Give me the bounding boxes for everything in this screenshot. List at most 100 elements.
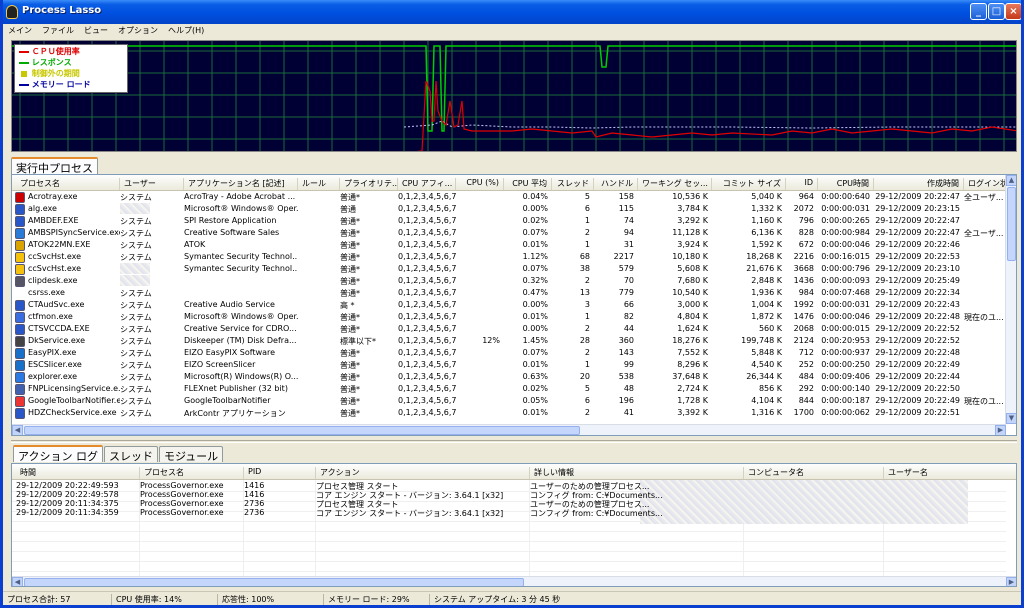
column-header[interactable]: プロセス名 bbox=[140, 467, 244, 479]
cell-cpu-avg: 0.47% bbox=[522, 288, 548, 297]
menu-file[interactable]: ファイル bbox=[37, 24, 79, 36]
cell-cpu-avg: 0.01% bbox=[522, 240, 548, 249]
tab-action-log[interactable]: アクション ログ bbox=[13, 445, 103, 463]
column-header[interactable]: コミット サイズ bbox=[712, 178, 786, 190]
column-header[interactable]: 詳しい情報 bbox=[530, 467, 744, 479]
table-row[interactable]: explorer.exe システム Microsoft(R) Windows(R) … bbox=[12, 371, 1006, 383]
table-row[interactable]: CTSVCCDA.EXE システム Creative Service for CDR… bbox=[12, 323, 1006, 335]
table-row[interactable]: ATOK22MN.EXE システム ATOK 普通* 0,1,2,3,4,5,6,7 0.… bbox=[12, 239, 1006, 251]
scroll-thumb[interactable] bbox=[1007, 187, 1016, 261]
scroll-down-icon[interactable]: ▼ bbox=[1006, 413, 1016, 424]
cell-working-set: 18,276 K bbox=[672, 336, 708, 345]
cell-working-set: 5,608 K bbox=[677, 264, 708, 273]
column-header[interactable]: ワーキング セッ... bbox=[638, 178, 712, 190]
table-row[interactable]: ESCSlicer.exe システム EIZO ScreenSlicer 普通* 0,1… bbox=[12, 359, 1006, 371]
table-row[interactable]: FNPLicensingService.e... システム FLEXnet Publ… bbox=[12, 383, 1006, 395]
menu-help[interactable]: ヘルプ(H) bbox=[163, 24, 209, 36]
cell-rule bbox=[298, 204, 340, 215]
column-header[interactable]: ログイン状 bbox=[964, 178, 1006, 190]
column-header[interactable]: プロセス名 bbox=[16, 178, 120, 190]
column-header[interactable]: ルール bbox=[298, 178, 340, 190]
table-row[interactable]: csrss.exe システム 普通* 0,1,2,3,4,5,6,7 0.47% 13 77… bbox=[12, 287, 1006, 299]
cell-commit: 4,540 K bbox=[751, 360, 782, 369]
table-row[interactable]: alg.exe Microsoft® Windows® Oper... 普通 0,1,… bbox=[12, 203, 1006, 215]
process-horizontal-scrollbar[interactable]: ◀ ▶ bbox=[12, 424, 1006, 435]
column-header[interactable]: PID bbox=[244, 467, 316, 479]
cell-id: 1992 bbox=[793, 300, 814, 309]
menu-view[interactable]: ビュー bbox=[79, 24, 113, 36]
cell-working-set: 3,784 K bbox=[677, 204, 708, 213]
column-header[interactable]: プライオリテ... bbox=[340, 178, 398, 190]
cell-affinity: 0,1,2,3,4,5,6,7 bbox=[398, 408, 456, 417]
cell-app: ATOK bbox=[184, 240, 206, 249]
cell-app: Microsoft® Windows® Oper... bbox=[184, 312, 298, 321]
log-cell-time: 29-12/2009 20:11:34:375 bbox=[16, 499, 119, 508]
menu-options[interactable]: オプション bbox=[113, 24, 163, 36]
scroll-right-icon[interactable]: ▶ bbox=[995, 425, 1006, 435]
column-header[interactable]: スレッド bbox=[552, 178, 594, 190]
column-header[interactable]: 時間 bbox=[16, 467, 140, 479]
cpu-graph: ＣＰＵ使用率 レスポンス 制御外の期間 メモリー ロード bbox=[11, 40, 1017, 152]
cell-app: Creative Audio Service bbox=[184, 300, 275, 309]
cell-cpu-time: 0:00:00:031 bbox=[821, 300, 870, 309]
maximize-button[interactable]: □ bbox=[988, 3, 1005, 20]
menu-main[interactable]: メイン bbox=[3, 24, 37, 36]
table-row[interactable]: Acrotray.exe システム AcroTray - Adobe Acrobat… bbox=[12, 191, 1006, 203]
cell-cpu-avg: 0.01% bbox=[522, 408, 548, 417]
column-header[interactable]: ユーザー名 bbox=[884, 467, 1016, 479]
tab-threads[interactable]: スレッド bbox=[103, 446, 158, 463]
table-row[interactable]: CTAudSvc.exe システム Creative Audio Service 高 … bbox=[12, 299, 1006, 311]
hscroll-thumb[interactable] bbox=[24, 578, 524, 586]
cell-threads: 6 bbox=[584, 204, 590, 213]
column-header[interactable]: CPU アフィ... bbox=[398, 178, 456, 190]
splitter[interactable] bbox=[11, 440, 1017, 443]
cell-cpu bbox=[456, 312, 504, 323]
column-header[interactable]: コンピュータ名 bbox=[744, 467, 884, 479]
hscroll-thumb[interactable] bbox=[24, 426, 580, 435]
title-bar[interactable]: Process Lasso _ □ × bbox=[3, 0, 1021, 24]
log-row[interactable]: 29-12/2009 20:11:34:359 ProcessGovernor.e… bbox=[12, 508, 1006, 518]
cell-created: 29-12/2009 20:22:51 bbox=[875, 408, 960, 417]
cell-cpu-time: 0:00:00:937 bbox=[821, 348, 870, 357]
scroll-right-icon[interactable]: ▶ bbox=[1006, 577, 1016, 586]
column-header[interactable]: ID bbox=[786, 178, 818, 190]
cell-commit: 1,160 K bbox=[751, 216, 782, 225]
minimize-button[interactable]: _ bbox=[970, 3, 987, 20]
tab-modules[interactable]: モジュール bbox=[158, 446, 224, 463]
log-cell-process: ProcessGovernor.exe bbox=[140, 490, 224, 499]
column-header[interactable]: アクション bbox=[316, 467, 530, 479]
cell-handles: 41 bbox=[623, 408, 634, 417]
log-cell-action: コア エンジン スタート - バージョン: 3.64.1 [x32] bbox=[316, 509, 504, 518]
log-horizontal-scrollbar[interactable]: ◀ ▶ bbox=[12, 576, 1016, 586]
column-header[interactable]: ハンドル bbox=[594, 178, 638, 190]
status-bar: プロセス合計: 57 CPU 使用率: 14% 応答性: 100% メモリー ロ… bbox=[3, 591, 1021, 605]
cell-priority: 高 * bbox=[340, 301, 355, 310]
table-row[interactable]: GoogleToolbarNotifier.e... システム GoogleTool… bbox=[12, 395, 1006, 407]
table-row[interactable]: ccSvcHst.exe Symantec Security Technol...… bbox=[12, 263, 1006, 275]
cell-cpu-time: 0:00:00:265 bbox=[821, 216, 870, 225]
table-row[interactable]: DkService.exe システム Diskeeper (TM) Disk Def… bbox=[12, 335, 1006, 347]
column-header[interactable]: CPU (%) bbox=[456, 178, 504, 190]
close-button[interactable]: × bbox=[1005, 3, 1021, 20]
column-header[interactable]: CPU時間 bbox=[818, 178, 874, 190]
column-header[interactable]: 作成時間 bbox=[874, 178, 964, 190]
scroll-left-icon[interactable]: ◀ bbox=[12, 577, 23, 586]
window-title: Process Lasso bbox=[22, 5, 102, 16]
table-row[interactable]: EasyPIX.exe システム EIZO EasyPIX Software 普通* 0… bbox=[12, 347, 1006, 359]
column-header[interactable]: アプリケーション名 [記述] bbox=[184, 178, 298, 190]
column-header[interactable]: ユーザー bbox=[120, 178, 184, 190]
scroll-left-icon[interactable]: ◀ bbox=[12, 425, 23, 435]
table-row[interactable]: AMBSPISyncService.exe システム Creative Softwa… bbox=[12, 227, 1006, 239]
process-vertical-scrollbar[interactable]: ▲ ▼ bbox=[1005, 175, 1016, 424]
column-header[interactable]: CPU 平均 bbox=[504, 178, 552, 190]
cell-priority: 普通* bbox=[340, 397, 360, 406]
table-row[interactable]: clipdesk.exe 普通* 0,1,2,3,4,5,6,7 0.32% 2 70 7,… bbox=[12, 275, 1006, 287]
cell-cpu bbox=[456, 396, 504, 407]
table-row[interactable]: ccSvcHst.exe システム Symantec Security Techno… bbox=[12, 251, 1006, 263]
redacted-cell bbox=[120, 275, 150, 286]
table-row[interactable]: ctfmon.exe システム Microsoft® Windows® Oper..… bbox=[12, 311, 1006, 323]
table-row[interactable]: HDZCheckService.exe システム ArkContr アプリケーション… bbox=[12, 407, 1006, 419]
scroll-up-icon[interactable]: ▲ bbox=[1006, 175, 1016, 186]
tab-running-processes[interactable]: 実行中プロセス bbox=[11, 157, 98, 175]
table-row[interactable]: AMBDEF.EXE システム SPI Restore Application 普通*… bbox=[12, 215, 1006, 227]
